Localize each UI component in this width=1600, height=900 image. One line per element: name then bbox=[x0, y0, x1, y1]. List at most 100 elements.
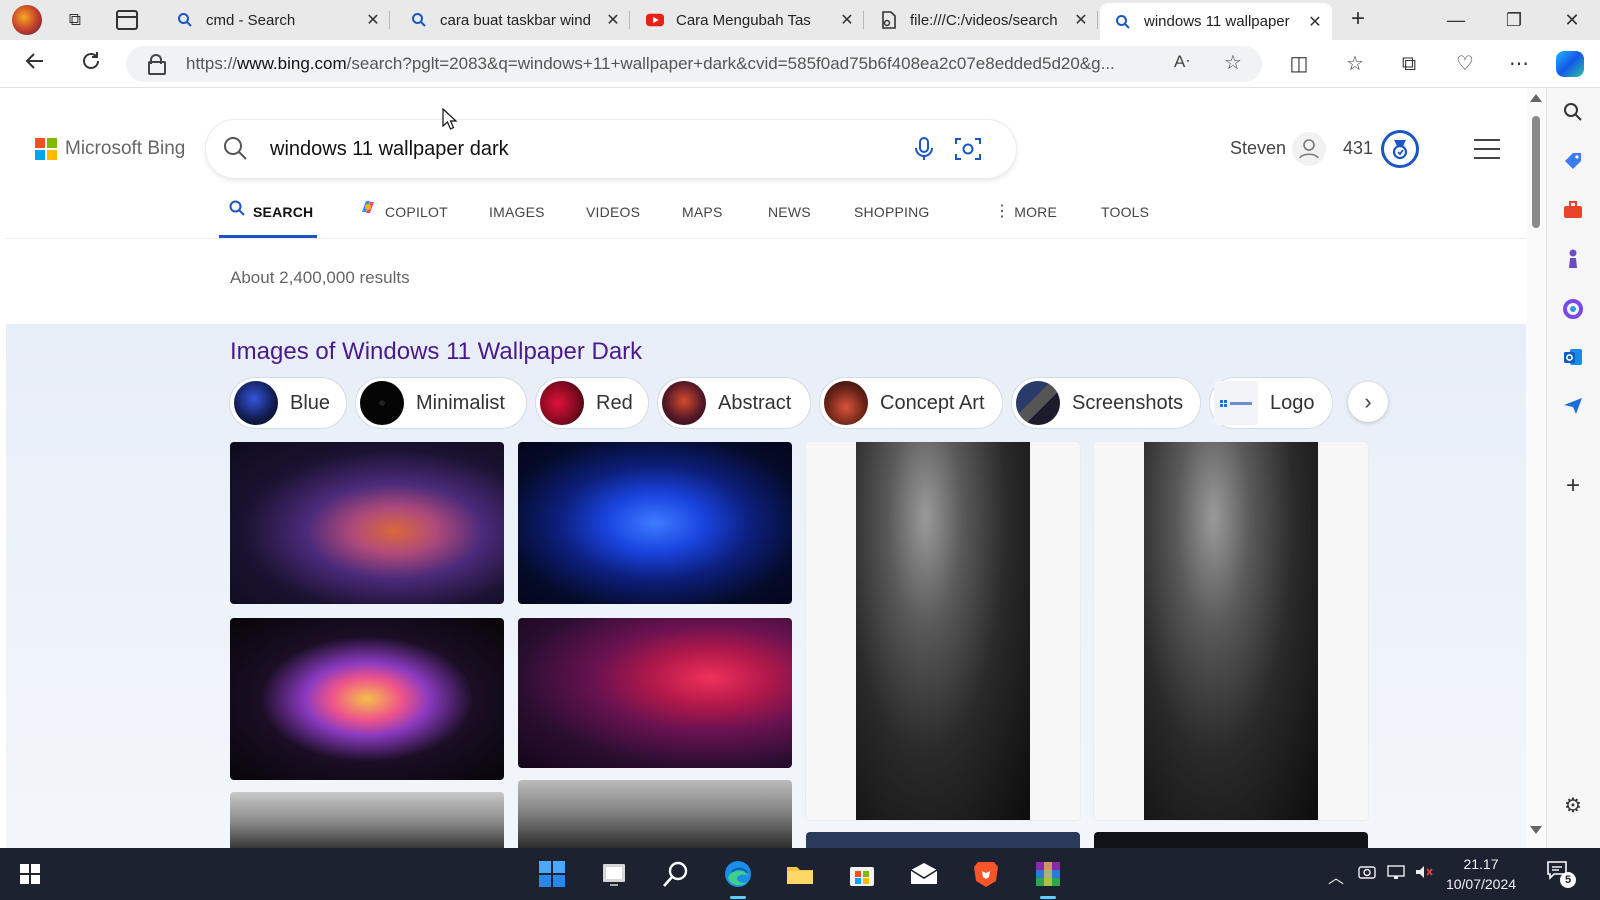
mail-icon[interactable] bbox=[908, 858, 940, 890]
scope-videos[interactable]: VIDEOS bbox=[586, 198, 640, 238]
scope-search[interactable]: SEARCH bbox=[219, 198, 317, 238]
image-result[interactable] bbox=[230, 442, 504, 604]
close-window-button[interactable]: ✕ bbox=[1552, 6, 1592, 34]
scrollbar-thumb[interactable] bbox=[1532, 116, 1540, 228]
microsoft-bing-logo[interactable]: Microsoft Bing bbox=[35, 138, 185, 160]
notifications-icon[interactable]: 5 bbox=[1546, 860, 1576, 888]
image-result[interactable] bbox=[1094, 442, 1368, 820]
image-result[interactable] bbox=[230, 618, 504, 780]
image-result[interactable] bbox=[518, 618, 792, 768]
show-hidden-icons-chevron-icon[interactable]: ︿ bbox=[1328, 864, 1344, 888]
tab-cara-buat-taskbar[interactable]: cara buat taskbar wind ✕ bbox=[396, 4, 630, 36]
address-bar[interactable]: https://www.bing.com/search?pglt=2083&q=… bbox=[126, 46, 1262, 82]
microphone-icon[interactable] bbox=[912, 136, 936, 162]
tab-cmd-search[interactable]: cmd - Search ✕ bbox=[162, 4, 390, 36]
profile-avatar[interactable] bbox=[12, 5, 42, 35]
hamburger-menu-icon[interactable] bbox=[1474, 139, 1500, 159]
close-tab-icon[interactable]: ✕ bbox=[836, 10, 858, 30]
scope-news[interactable]: NEWS bbox=[768, 198, 811, 238]
url-text[interactable]: https://www.bing.com/search?pglt=2083&q=… bbox=[186, 46, 1186, 82]
scroll-up-arrow-icon[interactable] bbox=[1530, 94, 1542, 102]
favorites-icon[interactable]: ☆ bbox=[1340, 50, 1370, 78]
camera-icon[interactable] bbox=[1358, 864, 1376, 885]
search-taskbar-icon[interactable] bbox=[660, 858, 692, 890]
page-scrollbar[interactable] bbox=[1526, 88, 1546, 848]
close-tab-icon[interactable]: ✕ bbox=[1304, 12, 1326, 32]
back-button[interactable] bbox=[20, 50, 50, 78]
close-tab-icon[interactable]: ✕ bbox=[1070, 10, 1092, 30]
refresh-button[interactable] bbox=[76, 50, 106, 78]
scope-shopping[interactable]: SHOPPING bbox=[854, 198, 930, 238]
image-result[interactable] bbox=[806, 442, 1080, 820]
network-icon[interactable] bbox=[1386, 864, 1406, 885]
tools-briefcase-icon[interactable] bbox=[1561, 200, 1585, 224]
search-icon[interactable] bbox=[222, 135, 248, 161]
new-tab-button[interactable]: + bbox=[1344, 6, 1372, 34]
vertical-tabs-icon[interactable] bbox=[116, 10, 138, 30]
tab-file-search[interactable]: file:///C:/videos/search ✕ bbox=[866, 4, 1098, 36]
tab-cara-mengubah[interactable]: Cara Mengubah Tas ✕ bbox=[632, 4, 864, 36]
brave-browser-icon[interactable] bbox=[970, 858, 1002, 890]
images-section-title[interactable]: Images of Windows 11 Wallpaper Dark bbox=[230, 338, 642, 366]
read-aloud-icon[interactable]: Aᐧ bbox=[1174, 52, 1190, 72]
rewards-medal-icon[interactable] bbox=[1381, 130, 1419, 168]
start-button-windows-icon[interactable] bbox=[14, 858, 46, 890]
add-sidebar-app-icon[interactable]: + bbox=[1561, 474, 1585, 498]
scope-maps[interactable]: MAPS bbox=[682, 198, 722, 238]
split-screen-icon[interactable]: ◫ bbox=[1284, 50, 1314, 78]
collections-icon[interactable]: ⧉ bbox=[1394, 50, 1424, 78]
minimize-button[interactable]: — bbox=[1436, 6, 1476, 34]
games-chess-icon[interactable] bbox=[1561, 248, 1585, 272]
scope-copilot[interactable]: COPILOT bbox=[359, 198, 448, 238]
chip-concept-art[interactable]: Concept Art bbox=[820, 378, 1002, 428]
shopping-tag-icon[interactable] bbox=[1561, 150, 1585, 174]
search-box[interactable]: windows 11 wallpaper dark bbox=[206, 120, 1016, 178]
workspaces-icon[interactable]: ⧉ bbox=[64, 10, 86, 30]
visual-search-icon[interactable] bbox=[954, 136, 982, 162]
image-result[interactable] bbox=[1094, 832, 1368, 848]
drop-send-icon[interactable] bbox=[1561, 396, 1585, 420]
rewards-points[interactable]: 431 bbox=[1343, 138, 1373, 159]
image-result[interactable] bbox=[230, 792, 504, 848]
task-view-icon[interactable] bbox=[598, 858, 630, 890]
settings-more-icon[interactable]: ⋯ bbox=[1504, 50, 1534, 78]
scope-images[interactable]: IMAGES bbox=[489, 198, 545, 238]
close-tab-icon[interactable]: ✕ bbox=[362, 10, 384, 30]
image-result[interactable] bbox=[806, 832, 1080, 848]
chip-minimalist[interactable]: Minimalist bbox=[356, 378, 526, 428]
winrar-icon[interactable] bbox=[1032, 858, 1064, 899]
chip-blue[interactable]: Blue bbox=[230, 378, 346, 428]
volume-muted-icon[interactable] bbox=[1414, 864, 1434, 885]
windows-11-start-icon[interactable] bbox=[536, 858, 568, 890]
close-tab-icon[interactable]: ✕ bbox=[602, 10, 624, 30]
user-name[interactable]: Steven bbox=[1230, 138, 1286, 159]
restore-button[interactable]: ❐ bbox=[1494, 6, 1534, 34]
chip-logo[interactable]: Logo bbox=[1210, 378, 1332, 428]
system-clock[interactable]: 21.17 10/07/2024 bbox=[1436, 854, 1526, 894]
copilot-icon[interactable] bbox=[1556, 51, 1584, 77]
browser-essentials-icon[interactable]: ♡ bbox=[1450, 50, 1480, 78]
chip-label: Screenshots bbox=[1072, 391, 1184, 414]
sidebar-settings-gear-icon[interactable]: ⚙ bbox=[1561, 794, 1585, 818]
image-result[interactable] bbox=[518, 780, 792, 848]
tab-windows-11-wallpaper[interactable]: windows 11 wallpaper ✕ bbox=[1100, 3, 1332, 40]
chips-next-button[interactable]: › bbox=[1348, 382, 1388, 422]
scope-more[interactable]: ⋮ MORE bbox=[994, 198, 1057, 238]
scroll-down-arrow-icon[interactable] bbox=[1530, 826, 1542, 834]
add-favorite-star-icon[interactable]: ☆ bbox=[1224, 50, 1242, 75]
user-avatar[interactable] bbox=[1292, 132, 1326, 166]
outlook-icon[interactable] bbox=[1561, 346, 1585, 370]
chip-abstract[interactable]: Abstract bbox=[658, 378, 810, 428]
chip-red[interactable]: Red bbox=[536, 378, 648, 428]
microsoft-store-icon[interactable] bbox=[846, 858, 878, 890]
microsoft-365-icon[interactable] bbox=[1561, 298, 1585, 322]
lock-icon[interactable] bbox=[148, 54, 166, 75]
chip-screenshots[interactable]: Screenshots bbox=[1012, 378, 1200, 428]
image-result[interactable] bbox=[518, 442, 792, 604]
scope-tools[interactable]: TOOLS bbox=[1101, 198, 1149, 238]
edge-browser-icon[interactable] bbox=[722, 858, 754, 899]
search-query-text[interactable]: windows 11 wallpaper dark bbox=[270, 120, 509, 178]
sidebar-search-icon[interactable] bbox=[1561, 102, 1585, 126]
scope-label: IMAGES bbox=[489, 204, 545, 220]
file-explorer-icon[interactable] bbox=[784, 858, 816, 890]
